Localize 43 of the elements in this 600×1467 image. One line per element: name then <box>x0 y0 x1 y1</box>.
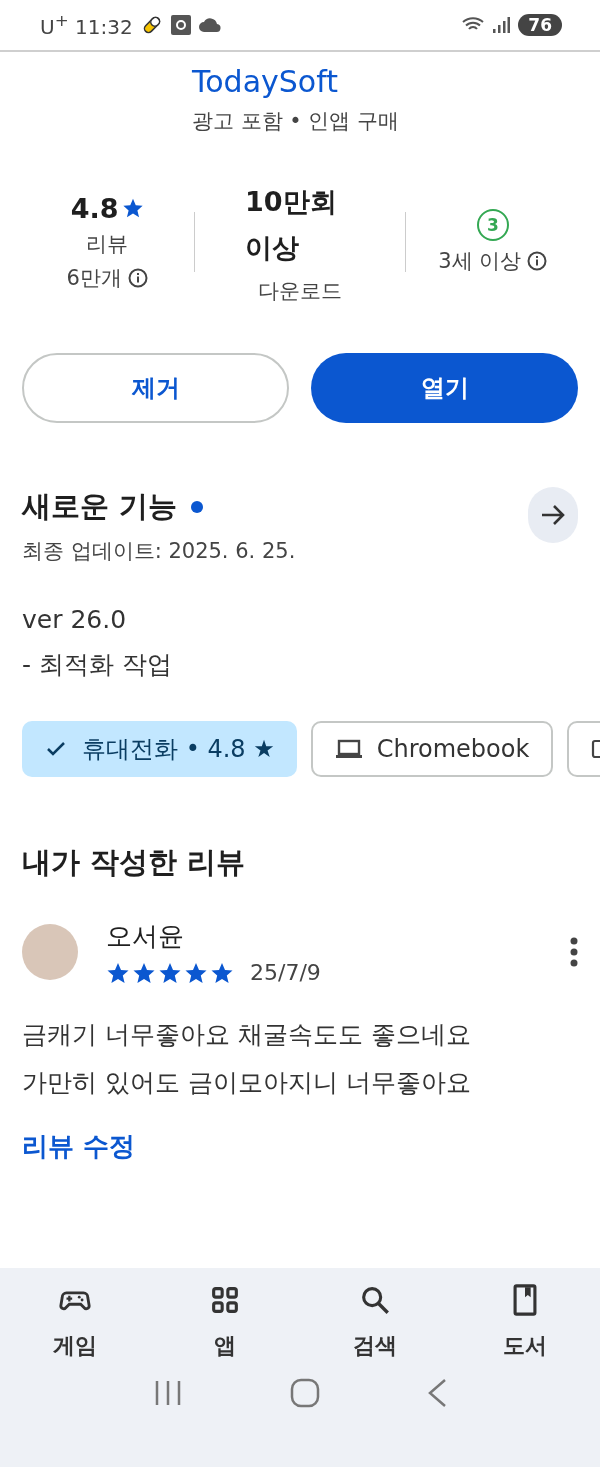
nav-item[interactable]: 앱 <box>150 1282 300 1362</box>
review-date: 25/7/9 <box>250 960 321 985</box>
uninstall-button[interactable]: 제거 <box>22 353 289 423</box>
age-rating-badge: 3 <box>476 209 509 241</box>
rating-value: 4.8 <box>70 192 144 224</box>
section-title: 내가 작성한 리뷰 <box>22 844 247 881</box>
reviewer-name: 오서윤 <box>106 920 185 953</box>
developer-link[interactable]: TodaySoft <box>192 64 338 99</box>
star-icon <box>121 197 144 219</box>
home-icon[interactable] <box>290 1378 320 1408</box>
arrow-button[interactable] <box>528 487 578 543</box>
cloud-icon <box>198 16 221 34</box>
laptop-icon <box>334 738 363 760</box>
review-count: 6만개 <box>66 264 122 292</box>
age-rating-label: 3세 이상 <box>438 248 522 275</box>
info-icon[interactable] <box>527 251 548 271</box>
nav-item[interactable]: 검색 <box>300 1282 450 1362</box>
release-note: - 최적화 작업 <box>22 649 173 681</box>
avatar-placeholder <box>22 924 78 980</box>
release-note: ver 26.0 <box>22 605 128 634</box>
section-title: 새로운 기능 <box>22 488 178 525</box>
back-icon[interactable] <box>426 1378 447 1408</box>
download-count: 10만회 이상 <box>245 185 338 265</box>
nav-item[interactable]: 게임 <box>0 1282 150 1362</box>
nav-item[interactable]: 도서 <box>450 1282 600 1362</box>
device-chip[interactable]: 휴대전화 • 4.8 ★ <box>22 721 297 777</box>
signal-icon <box>492 16 511 34</box>
more-vertical-icon <box>570 937 578 967</box>
update-date: 최종 업데이트: 2025. 6. 25. <box>22 538 296 565</box>
stat-label: 다운로드 <box>258 278 342 305</box>
review-text: 금캐기 너무좋아요 채굴속도도 좋으네요 <box>22 1019 472 1051</box>
open-button[interactable]: 열기 <box>311 353 578 423</box>
arrow-right-icon <box>540 504 566 526</box>
app-tags: 광고 포함 • 인앱 구매 <box>192 107 400 135</box>
review-text: 가만히 있어도 금이모아지니 너무좋아요 <box>22 1067 472 1099</box>
status-time: U$^{+}$ 11:32 <box>40 11 133 39</box>
battery-level: 76 <box>518 14 562 36</box>
edit-review-link[interactable]: 리뷰 수정 <box>22 1129 136 1164</box>
info-icon[interactable] <box>127 267 148 288</box>
device-chip[interactable]: Chromebook <box>310 721 554 777</box>
more-button[interactable] <box>570 937 578 967</box>
app-notification-icon <box>170 15 191 35</box>
stat-label: 리뷰 <box>86 230 129 258</box>
